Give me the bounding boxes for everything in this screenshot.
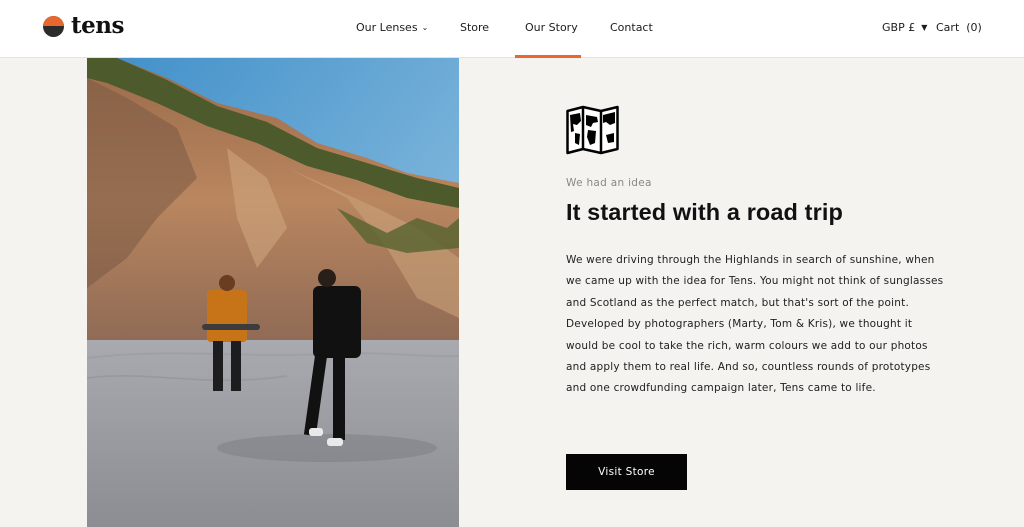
site-header: tens Our Lenses ⌄ Store Our Story Contact… <box>0 0 1024 58</box>
nav-item-store[interactable]: Store <box>460 21 489 35</box>
cart-link[interactable]: Cart (0) <box>936 21 982 35</box>
cart-label: Cart <box>936 21 960 34</box>
active-nav-indicator <box>515 55 581 58</box>
currency-selector[interactable]: GBP £ ▼ <box>882 21 927 36</box>
cart-count: (0) <box>966 21 982 34</box>
chevron-down-icon: ⌄ <box>421 23 429 32</box>
currency-label: GBP £ <box>882 21 916 34</box>
story-paragraph: We were driving through the Highlands in… <box>566 254 944 395</box>
nav-item-contact[interactable]: Contact <box>610 21 653 35</box>
nav-item-label: Contact <box>610 21 653 34</box>
nav-item-label: Store <box>460 21 490 34</box>
section-eyebrow: We had an idea <box>566 177 652 189</box>
road-trip-photo <box>87 58 459 527</box>
caret-down-icon: ▼ <box>921 23 928 32</box>
visit-store-button[interactable]: Visit Store <box>566 454 687 490</box>
nav-item-label: Our Lenses <box>356 21 418 34</box>
nav-item-label: Our Story <box>525 21 578 34</box>
section-title: It started with a road trip <box>566 199 843 225</box>
nav-item-our-story[interactable]: Our Story <box>525 21 578 35</box>
world-map-icon <box>566 105 619 155</box>
nav-item-our-lenses[interactable]: Our Lenses ⌄ <box>356 21 428 36</box>
main-nav: Our Lenses ⌄ Store Our Story Contact <box>0 0 1024 58</box>
